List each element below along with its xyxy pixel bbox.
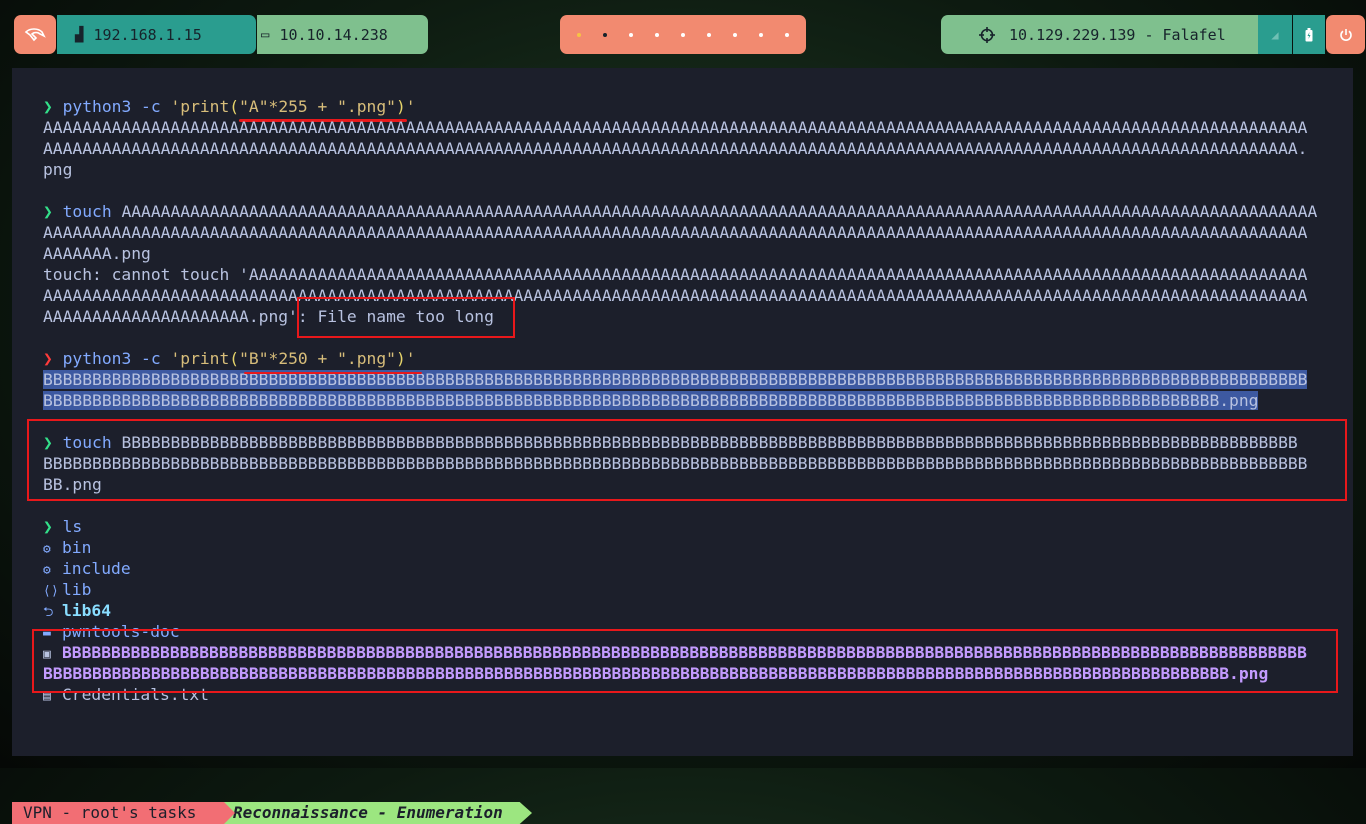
output-line: AAAAAAAAAAAAAAAAAAAAAAAAAAAAAAAAAAAAAAAA… bbox=[43, 118, 1308, 137]
error-line: touch: cannot touch 'AAAAAAAAAAAAAAAAAAA… bbox=[43, 265, 1308, 284]
session-name[interactable]: VPN - root's tasks bbox=[12, 802, 235, 824]
network-status-button[interactable]: ◢ bbox=[1258, 15, 1292, 54]
prompt-symbol: ❯ bbox=[43, 517, 53, 536]
network-icon: ◢ bbox=[1271, 27, 1279, 42]
workspace-5[interactable] bbox=[681, 32, 685, 37]
paren: ( bbox=[229, 97, 240, 116]
workspace-3[interactable] bbox=[629, 32, 633, 37]
paren: ) bbox=[395, 349, 406, 368]
workspace-2[interactable] bbox=[603, 32, 607, 37]
command-flag: -c bbox=[131, 97, 171, 116]
target-widget: 10.129.229.139 - Falafel bbox=[941, 15, 1258, 54]
kali-dragon-icon bbox=[24, 27, 46, 41]
red-box-annotation bbox=[32, 629, 1338, 693]
code-folder-icon: ⟨⟩ bbox=[43, 584, 59, 599]
command-line-1: ❯ python3 -c 'print("A"*255 + ".png")' bbox=[43, 96, 416, 117]
command-args: AAAAAAAAAAAAAAAAAAAAAAAAAAAAAAAAAAAAAAAA… bbox=[111, 202, 1318, 221]
window-name[interactable]: Reconnaissance - Enumeration bbox=[224, 802, 532, 824]
string-literal: ' bbox=[405, 349, 416, 368]
red-box-annotation bbox=[297, 297, 515, 338]
workspace-4[interactable] bbox=[655, 32, 659, 37]
local-ip-text: 192.168.1.15 bbox=[93, 25, 202, 44]
red-underline-annotation bbox=[244, 372, 422, 374]
command: python3 bbox=[62, 349, 132, 368]
kali-menu-button[interactable] bbox=[14, 15, 56, 54]
string-literal: ' bbox=[405, 97, 416, 116]
target-text: 10.129.229.139 - Falafel bbox=[1009, 25, 1226, 44]
command: python3 bbox=[62, 97, 132, 116]
command: ls bbox=[62, 517, 83, 536]
workspace-9[interactable] bbox=[785, 32, 789, 37]
battery-status-button[interactable] bbox=[1293, 15, 1325, 54]
power-icon bbox=[1339, 28, 1352, 41]
vpn-ip-widget: ▭ 10.10.14.238 bbox=[257, 15, 428, 54]
local-ip-widget: ▟ 192.168.1.15 bbox=[57, 15, 256, 54]
workspace-8[interactable] bbox=[759, 32, 763, 37]
folder-gear-icon: ⚙ bbox=[43, 542, 51, 557]
string-literal: 'print bbox=[170, 97, 230, 116]
command-line-3: ❯ python3 -c 'print("B"*250 + ".png")' bbox=[43, 348, 416, 369]
prompt-symbol: ❯ bbox=[43, 202, 53, 221]
selected-output-line: BBBBBBBBBBBBBBBBBBBBBBBBBBBBBBBBBBBBBBBB… bbox=[43, 369, 1308, 390]
crosshair-icon bbox=[979, 26, 995, 43]
prompt-symbol: ❯ bbox=[43, 97, 53, 116]
output-line: AAAAAAAAAAAAAAAAAAAAAAAAAAAAAAAAAAAAAAAA… bbox=[43, 223, 1308, 242]
selection: BBBBBBBBBBBBBBBBBBBBBBBBBBBBBBBBBBBBBBBB… bbox=[43, 370, 1308, 389]
vpn-ip-text: 10.10.14.238 bbox=[279, 25, 388, 44]
paren: ( bbox=[229, 349, 240, 368]
command-line-2: ❯ touch AAAAAAAAAAAAAAAAAAAAAAAAAAAAAAAA… bbox=[43, 201, 1317, 222]
ls-entry: ⚙ bin bbox=[43, 537, 91, 558]
ls-entry: ⚙ include bbox=[43, 558, 131, 579]
red-box-annotation bbox=[27, 419, 1347, 501]
folder-gear-icon: ⚙ bbox=[43, 563, 51, 578]
string-literal: 'print bbox=[170, 349, 230, 368]
error-line: AAAAAAAAAAAAAAAAAAAAAAAAAAAAAAAAAAAAAAAA… bbox=[43, 286, 1308, 305]
selected-output-line: BBBBBBBBBBBBBBBBBBBBBBBBBBBBBBBBBBBBBBBB… bbox=[43, 390, 1259, 411]
command-line-5: ❯ ls bbox=[43, 516, 82, 537]
symlink-icon: ⮌ bbox=[43, 605, 54, 620]
workspace-1[interactable] bbox=[577, 32, 581, 37]
output-line: AAAAAAAAAAAAAAAAAAAAAAAAAAAAAAAAAAAAAAAA… bbox=[43, 139, 1308, 158]
power-button[interactable] bbox=[1326, 15, 1365, 54]
output-line: AAAAAAA.png bbox=[43, 244, 151, 263]
workspace-6[interactable] bbox=[707, 32, 711, 37]
laptop-icon: ▭ bbox=[261, 26, 270, 43]
tmux-status-bar: VPN - root's tasks Reconnaissance - Enum… bbox=[12, 802, 1353, 824]
network-card-icon: ▟ bbox=[75, 26, 84, 43]
workspace-7[interactable] bbox=[733, 32, 737, 37]
output-line: png bbox=[43, 160, 73, 179]
ls-entry: ⮌ lib64 bbox=[43, 600, 111, 621]
terminal-window[interactable]: ❯ python3 -c 'print("A"*255 + ".png")' A… bbox=[12, 68, 1353, 824]
command-flag: -c bbox=[131, 349, 171, 368]
command: touch bbox=[62, 202, 112, 221]
string-literal: "A"*255 + ".png" bbox=[239, 97, 396, 116]
battery-icon bbox=[1305, 27, 1313, 41]
paren: ) bbox=[395, 97, 406, 116]
string-literal: "B"*250 + ".png" bbox=[239, 349, 396, 368]
ls-entry: ⟨⟩ lib bbox=[43, 579, 91, 600]
selection: BBBBBBBBBBBBBBBBBBBBBBBBBBBBBBBBBBBBBBBB… bbox=[43, 391, 1259, 410]
workspace-switcher bbox=[560, 15, 806, 54]
prompt-symbol-error: ❯ bbox=[43, 349, 53, 368]
